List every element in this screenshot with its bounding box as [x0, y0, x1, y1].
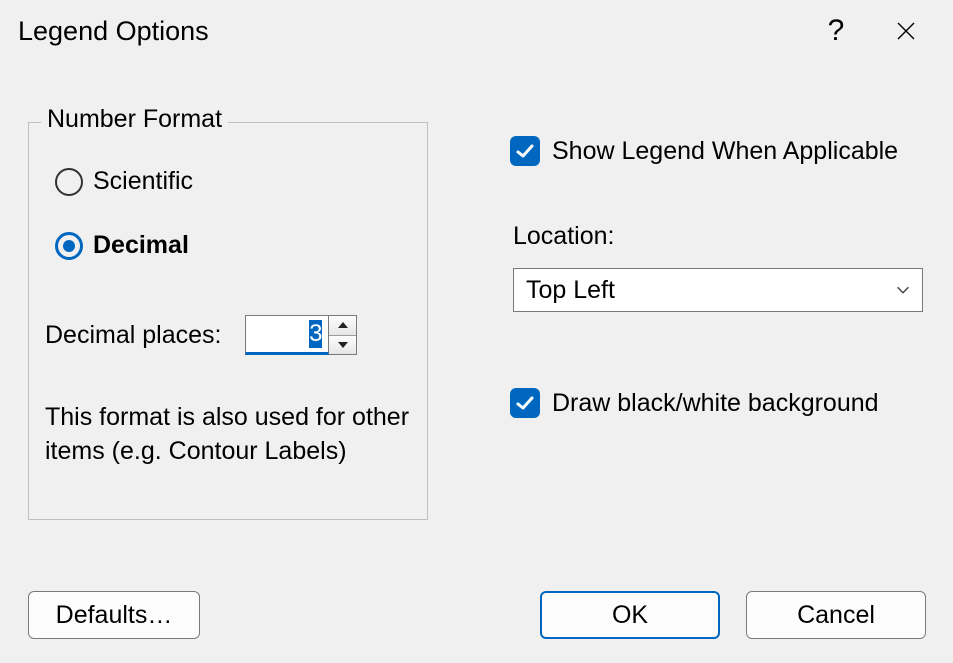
- bw-background-checkbox[interactable]: Draw black/white background: [510, 388, 879, 418]
- decimal-places-spinner: [245, 315, 357, 355]
- decimal-places-label: Decimal places:: [45, 321, 221, 350]
- help-icon: ?: [828, 14, 845, 48]
- decimal-places-input[interactable]: [245, 315, 329, 355]
- cancel-button[interactable]: Cancel: [746, 591, 926, 639]
- radio-scientific-label: Scientific: [93, 167, 193, 196]
- help-button[interactable]: ?: [801, 0, 871, 62]
- window-title: Legend Options: [18, 16, 801, 47]
- chevron-down-icon: [894, 281, 912, 299]
- ok-button[interactable]: OK: [540, 591, 720, 639]
- location-value: Top Left: [526, 276, 615, 305]
- checkbox-icon: [510, 388, 540, 418]
- ok-label: OK: [612, 601, 648, 630]
- radio-decimal[interactable]: Decimal: [55, 231, 189, 260]
- spinner-up-button[interactable]: [329, 316, 356, 336]
- chevron-down-icon: [338, 342, 348, 348]
- radio-scientific[interactable]: Scientific: [55, 167, 193, 196]
- radio-decimal-label: Decimal: [93, 231, 189, 260]
- radio-icon: [55, 232, 83, 260]
- close-icon: [896, 21, 916, 41]
- radio-icon: [55, 168, 83, 196]
- number-format-legend: Number Format: [41, 105, 228, 134]
- defaults-button[interactable]: Defaults…: [28, 591, 200, 639]
- close-button[interactable]: [871, 0, 941, 62]
- show-legend-label: Show Legend When Applicable: [552, 137, 898, 166]
- checkbox-icon: [510, 136, 540, 166]
- defaults-label: Defaults…: [56, 601, 173, 630]
- spinner-down-button[interactable]: [329, 336, 356, 355]
- decimal-places-row: Decimal places:: [45, 315, 357, 355]
- chevron-up-icon: [338, 322, 348, 328]
- title-bar: Legend Options ?: [0, 0, 953, 62]
- number-format-note: This format is also used for other items…: [45, 401, 411, 469]
- location-label: Location:: [513, 222, 614, 251]
- cancel-label: Cancel: [797, 601, 875, 630]
- show-legend-checkbox[interactable]: Show Legend When Applicable: [510, 136, 898, 166]
- location-select[interactable]: Top Left: [513, 268, 923, 312]
- number-format-group: Number Format Scientific Decimal Decimal…: [28, 122, 428, 520]
- bw-background-label: Draw black/white background: [552, 389, 879, 418]
